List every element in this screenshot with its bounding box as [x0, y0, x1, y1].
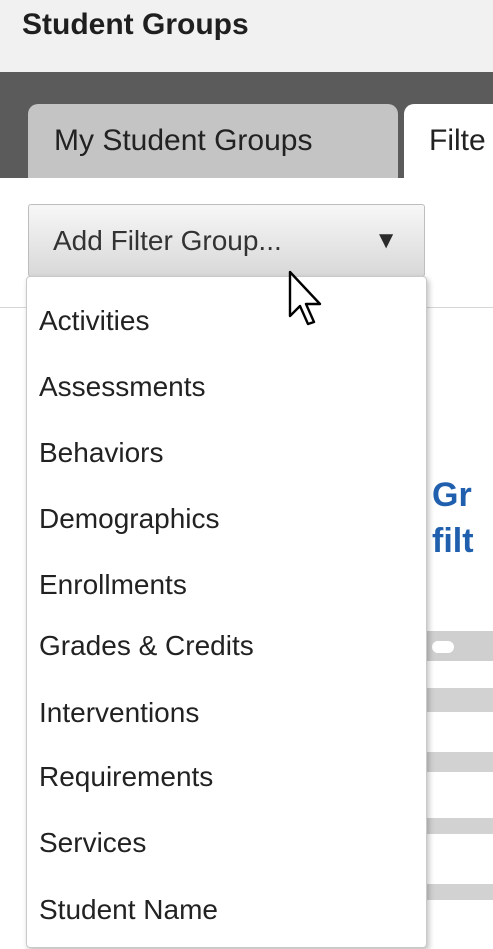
- obscured-heading: Gr filt: [432, 476, 474, 560]
- obscured-table-header: [420, 631, 493, 661]
- mouse-pointer-icon: [288, 270, 324, 333]
- tab-filter[interactable]: Filte: [404, 104, 493, 178]
- menu-item-grades-credits[interactable]: Grades & Credits: [39, 630, 254, 662]
- obscured-table-row: [420, 818, 493, 834]
- menu-item-demographics[interactable]: Demographics: [39, 503, 220, 535]
- obscured-toggle: [432, 641, 454, 653]
- menu-item-assessments[interactable]: Assessments: [39, 371, 206, 403]
- menu-item-enrollments[interactable]: Enrollments: [39, 569, 187, 601]
- menu-item-behaviors[interactable]: Behaviors: [39, 437, 164, 469]
- title-bar: Student Groups: [0, 0, 493, 72]
- tab-my-student-groups[interactable]: My Student Groups: [28, 104, 398, 178]
- add-filter-group-button[interactable]: Add Filter Group... ▼: [28, 204, 425, 277]
- add-filter-group-label: Add Filter Group...: [53, 225, 282, 256]
- filter-group-menu: Activities Assessments Behaviors Demogra…: [26, 276, 427, 948]
- obscured-table-row: [420, 752, 493, 772]
- obscured-table-row: [420, 688, 493, 712]
- menu-item-services[interactable]: Services: [39, 827, 146, 859]
- menu-item-interventions[interactable]: Interventions: [39, 697, 199, 729]
- obscured-table-row: [420, 884, 493, 900]
- menu-item-activities[interactable]: Activities: [39, 305, 149, 337]
- caret-down-icon: ▼: [374, 227, 398, 254]
- page-title: Student Groups: [22, 8, 249, 41]
- menu-item-student-name[interactable]: Student Name: [39, 894, 218, 926]
- menu-item-requirements[interactable]: Requirements: [39, 761, 213, 793]
